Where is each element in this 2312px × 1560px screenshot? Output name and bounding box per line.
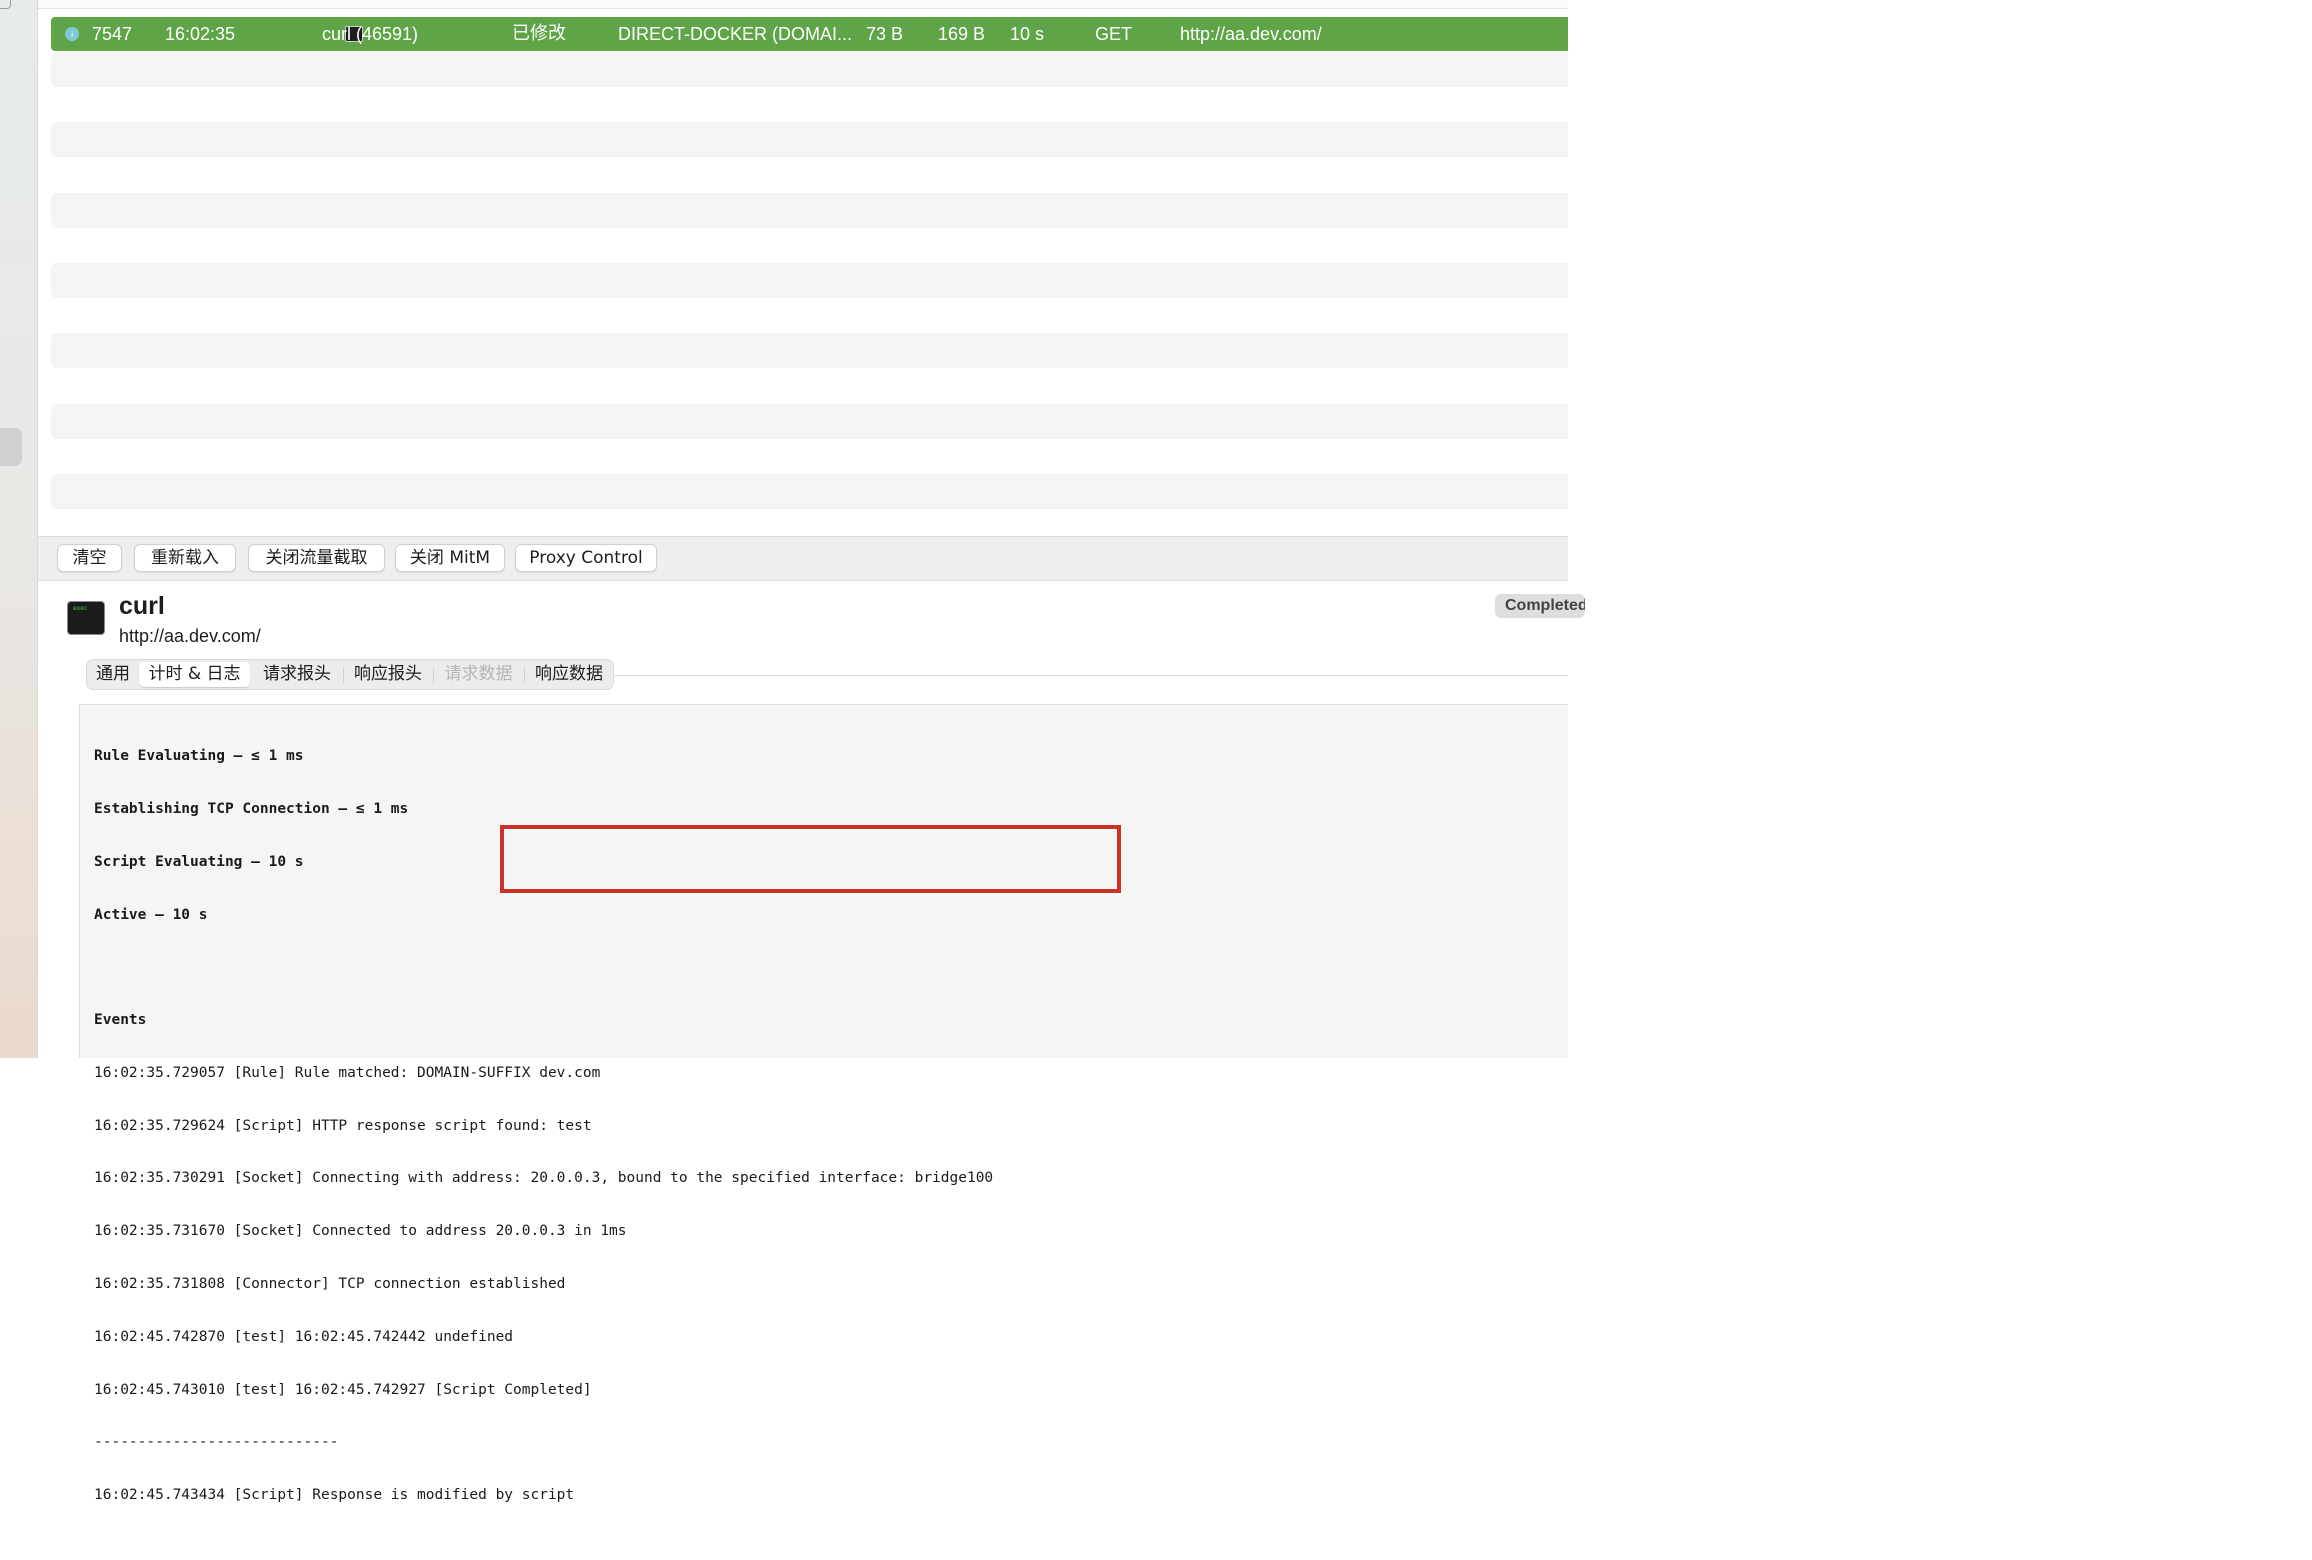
tab-general[interactable]: 通用 — [89, 662, 137, 687]
reload-button[interactable]: 重新载入 — [134, 544, 236, 572]
download-icon: ↓ — [65, 27, 79, 41]
event-line: 16:02:35.731670 [Socket] Connected to ad… — [94, 1223, 627, 1240]
detail-tabs: 通用 计时 & 日志 请求报头 响应报头 请求数据 响应数据 — [86, 659, 614, 690]
sidebar-corner — [0, 0, 11, 9]
request-id: 7547 — [92, 24, 133, 44]
stop-capture-button[interactable]: 关闭流量截取 — [248, 544, 385, 572]
request-url: http://aa.dev.com/ — [1180, 24, 1322, 44]
list-row-empty — [51, 404, 1568, 439]
event-line: 16:02:35.731808 [Connector] TCP connecti… — [94, 1276, 566, 1292]
list-row-empty — [51, 52, 1568, 87]
event-line: 16:02:35.729057 [Rule] Rule matched: DOM… — [94, 1064, 601, 1081]
log-text: Rule Evaluating – ≤ 1 ms Establishing TC… — [94, 713, 1568, 1540]
tab-request-headers[interactable]: 请求报头 — [252, 662, 342, 687]
request-duration: 10 s — [1010, 24, 1045, 44]
list-header-strip — [38, 0, 1568, 9]
event-line: 16:02:35.730291 [Socket] Connecting with… — [94, 1170, 994, 1187]
request-time: 16:02:35 — [165, 24, 236, 44]
detail-title: curl — [119, 592, 165, 620]
request-upload: 73 B — [866, 24, 904, 44]
clear-button[interactable]: 清空 — [57, 544, 122, 572]
list-row-empty — [51, 193, 1568, 228]
timing-line: Establishing TCP Connection – ≤ 1 ms — [94, 800, 409, 817]
request-client: curl (46591) — [322, 24, 419, 44]
log-separator: ---------------------------- — [94, 1434, 339, 1451]
terminal-app-icon: exec — [67, 601, 105, 635]
detail-url: http://aa.dev.com/ — [119, 626, 261, 646]
event-line: 16:02:35.729624 [Script] HTTP response s… — [94, 1117, 592, 1134]
tab-response-body[interactable]: 响应数据 — [525, 662, 613, 687]
list-row-empty — [51, 122, 1568, 157]
proxy-control-button[interactable]: Proxy Control — [515, 544, 657, 572]
sidebar — [0, 0, 38, 1058]
list-row-empty — [51, 263, 1568, 298]
log-panel[interactable]: Rule Evaluating – ≤ 1 ms Establishing TC… — [79, 704, 1568, 1503]
request-download: 169 B — [938, 24, 986, 44]
request-row-selected[interactable]: ↓ 7547 16:02:35 curl (46591) 已修改 DIRECT-… — [51, 17, 1568, 51]
sidebar-selection-indicator[interactable] — [0, 428, 22, 466]
events-header: Events — [94, 1012, 147, 1029]
timing-line: Active – 10 s — [94, 906, 208, 923]
app-icon-label: exec — [73, 605, 88, 612]
request-method: GET — [1095, 24, 1133, 44]
timing-line: Rule Evaluating – ≤ 1 ms — [94, 748, 304, 765]
tab-request-body: 请求数据 — [444, 664, 513, 684]
request-policy: DIRECT-DOCKER (DOMAI... — [618, 24, 853, 44]
event-line: 16:02:45.743434 [Script] Response is mod… — [94, 1487, 575, 1504]
status-badge: Completed — [1495, 594, 1585, 618]
event-line: 16:02:45.743010 [test] 16:02:45.742927 [… — [94, 1381, 592, 1398]
event-line: 16:02:45.742870 [test] 16:02:45.742442 u… — [94, 1328, 514, 1345]
tab-timing-log[interactable]: 计时 & 日志 — [139, 662, 250, 687]
list-row-empty — [51, 474, 1568, 509]
timing-line: Script Evaluating – 10 s — [94, 853, 304, 870]
tab-response-headers[interactable]: 响应报头 — [344, 662, 432, 687]
list-row-empty — [51, 333, 1568, 368]
stop-mitm-button[interactable]: 关闭 MitM — [395, 544, 505, 572]
request-status: 已修改 — [512, 23, 566, 44]
toolbar: 清空 重新载入 关闭流量截取 关闭 MitM Proxy Control — [38, 537, 1568, 581]
